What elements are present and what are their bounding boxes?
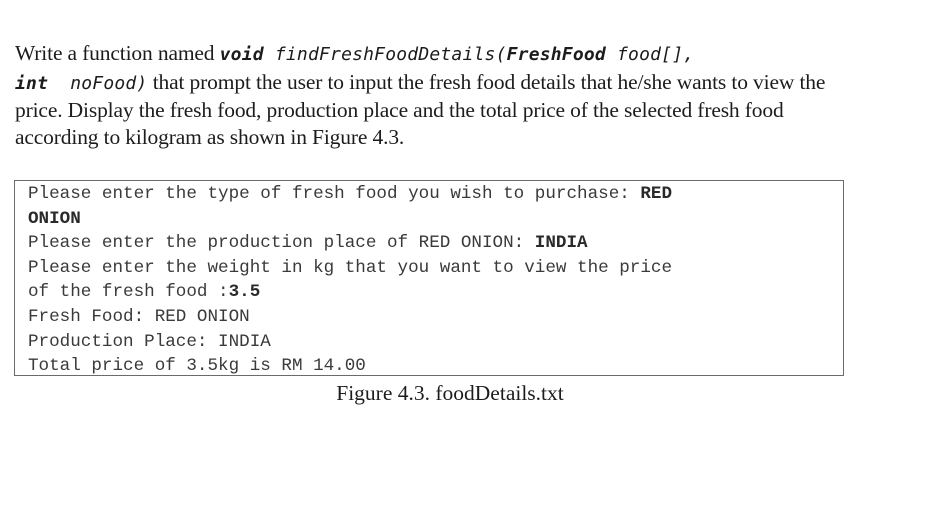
console-prompt: Please enter the weight in kg that you w… xyxy=(28,257,673,278)
console-input: 3.5 xyxy=(228,282,261,303)
console-prompt: Total price of 3.5kg is RM 14.00 xyxy=(28,356,366,377)
param1-name: food[], xyxy=(617,44,695,65)
question-paragraph: Write a function named void findFreshFoo… xyxy=(15,40,855,150)
console-line: Please enter the type of fresh food you … xyxy=(28,182,843,207)
console-input: RED xyxy=(640,184,673,204)
console-line: ONION xyxy=(28,207,843,232)
console-prompt: Please enter the type of fresh food you … xyxy=(28,184,641,204)
console-input: ONION xyxy=(28,208,81,229)
console-input: INDIA xyxy=(534,233,588,254)
return-type: void xyxy=(219,44,264,65)
param2-name: noFood) xyxy=(70,72,148,94)
console-prompt: Production Place: INDIA xyxy=(28,331,271,352)
console-line: of the fresh food :3.5 xyxy=(28,280,843,305)
figure-caption: Figure 4.3. foodDetails.txt xyxy=(336,381,564,405)
console-prompt: of the fresh food : xyxy=(28,282,229,303)
console-output-box: Please enter the type of fresh food you … xyxy=(14,180,844,376)
console-line: Fresh Food: RED ONION xyxy=(28,305,843,330)
console-line: Please enter the weight in kg that you w… xyxy=(28,256,843,281)
console-line: Please enter the production place of RED… xyxy=(28,231,843,256)
console-prompt: Fresh Food: RED ONION xyxy=(28,306,250,327)
param1-type: FreshFood xyxy=(506,44,606,65)
console-line: Production Place: INDIA xyxy=(28,330,843,355)
console-prompt: Please enter the production place of RED… xyxy=(28,233,535,254)
question-intro: Write a function named xyxy=(15,41,220,65)
console-line: Total price of 3.5kg is RM 14.00 xyxy=(28,354,843,379)
param2-type: int xyxy=(15,72,49,94)
function-name: findFreshFoodDetails( xyxy=(274,44,507,65)
